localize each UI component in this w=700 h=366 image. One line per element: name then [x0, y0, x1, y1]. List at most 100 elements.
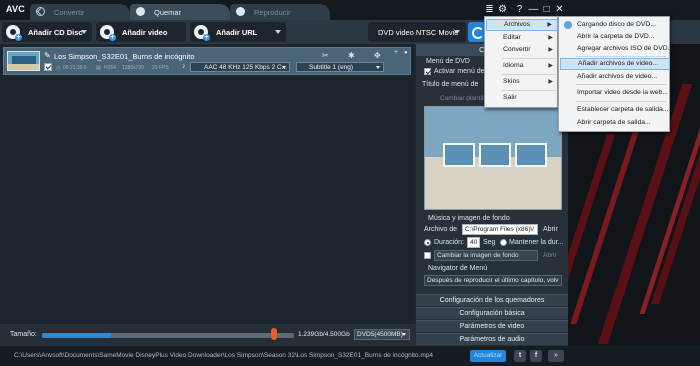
disc-capacity-value: DVD5(4500MB): [357, 331, 403, 338]
menu-item-label: Importar video desde la web...: [577, 89, 669, 96]
menu-separator: [502, 90, 556, 91]
menu-icon[interactable]: ≣: [484, 4, 495, 15]
menu-item-add-video-files[interactable]: Añadir archivos de video...: [560, 58, 670, 70]
size-value: 1.239Gb/4.500Gb: [298, 331, 350, 338]
plus-icon: +: [15, 34, 22, 41]
maximize-icon[interactable]: □: [541, 4, 552, 15]
add-cd-button[interactable]: + Añadir CD Disc: [2, 22, 92, 42]
duration-input[interactable]: 40: [467, 237, 480, 248]
menu-item-load-dvd[interactable]: Cargando disco de DVD...: [560, 19, 670, 31]
size-progress-fill: [42, 333, 112, 338]
menu-item-label: Agregar archivos ISO de DVD...: [577, 45, 674, 52]
basic-settings-section[interactable]: Configuración básica: [416, 307, 568, 319]
chevron-down-icon: [402, 333, 406, 336]
menu-item-label: Skins: [503, 78, 520, 85]
menu-item-idioma[interactable]: Idioma ▶: [486, 60, 558, 72]
menu-item-salir[interactable]: Salir: [486, 92, 558, 104]
menu-item-skins[interactable]: Skins ▶: [486, 76, 558, 88]
size-label: Tamaño:: [10, 331, 37, 338]
add-video-button[interactable]: + Añadir video: [96, 22, 186, 42]
change-theme-button[interactable]: Cambiar plantilla: [440, 95, 488, 102]
open-bg-button[interactable]: Abrir: [543, 252, 557, 259]
menu-item-label: Convertir: [503, 46, 531, 53]
subtitle-select[interactable]: Subtitle 1 (eng): [296, 62, 384, 72]
file-codec: H264: [104, 65, 116, 71]
crop-icon[interactable]: ✥: [374, 51, 381, 60]
audio-track-select[interactable]: AAC 48 KHz 125 Kbps 2 C...: [190, 62, 290, 72]
menu-separator: [576, 84, 666, 85]
menu-item-import-web[interactable]: Importar video desde la web...: [560, 87, 670, 99]
seconds-label: Seg: [483, 239, 496, 246]
edit-icon[interactable]: ✎: [44, 51, 51, 60]
settings-icon[interactable]: ⚙: [497, 4, 508, 15]
effects-icon[interactable]: ✱: [348, 51, 355, 60]
close-icon[interactable]: ✕: [554, 4, 565, 15]
facebook-icon[interactable]: f: [530, 350, 542, 362]
tab-play[interactable]: Reproducir: [230, 4, 330, 20]
clock-icon: ◷: [56, 65, 61, 71]
help-icon[interactable]: ?: [514, 4, 525, 15]
menu-separator: [502, 74, 556, 75]
chevron-right-icon: ▶: [548, 35, 553, 41]
update-button[interactable]: Actualizar: [470, 350, 506, 362]
chevron-right-icon: ▶: [548, 63, 553, 69]
chevron-down-icon[interactable]: [275, 30, 281, 34]
size-slider-thumb[interactable]: [271, 328, 278, 340]
film-icon: ▤: [96, 65, 101, 71]
add-icon[interactable]: +: [394, 49, 398, 56]
dvd-menu-label: Menú de DVD: [426, 58, 470, 65]
audio-params-section[interactable]: Parámetros de audio: [416, 333, 568, 345]
menu-navigator-label: Navigator de Menú: [428, 265, 488, 272]
duration-radio[interactable]: [424, 239, 431, 246]
menu-item-label: Añadir archivos de video...: [578, 60, 659, 67]
video-thumbnail[interactable]: [7, 51, 40, 71]
add-url-button[interactable]: + Añadir URL: [190, 22, 286, 42]
menu-item-open-dvd-folder[interactable]: Abrir la carpeta de DVD...: [560, 31, 670, 43]
output-profile-select[interactable]: DVD video NTSC Movie: [368, 22, 466, 42]
open-file-button[interactable]: Abrir: [543, 226, 558, 233]
activate-menu-checkbox[interactable]: [424, 68, 431, 75]
menu-item-convertir[interactable]: Convertir ▶: [486, 44, 558, 56]
more-button[interactable]: »: [548, 350, 564, 362]
twitter-icon[interactable]: t: [514, 350, 526, 362]
audio-icon: ♪: [182, 63, 186, 70]
menu-item-open-output-folder[interactable]: Abrir carpeta de salida...: [560, 117, 670, 129]
file-checkbox[interactable]: [44, 63, 52, 71]
minimize-icon[interactable]: —: [528, 4, 539, 15]
menu-item-label: Archivos: [504, 21, 531, 28]
plus-icon: +: [203, 34, 210, 41]
menu-item-set-output-folder[interactable]: Establecer carpeta de salida...: [560, 104, 670, 116]
video-params-section[interactable]: Parámetros de video: [416, 320, 568, 332]
menu-item-editar[interactable]: Editar ▶: [486, 32, 558, 44]
menu-title-label: Título de menú de: [422, 81, 479, 88]
file-resolution: 1280x720: [122, 65, 144, 71]
cut-icon[interactable]: ✂: [322, 51, 329, 60]
menu-item-add-video-files-2[interactable]: Añadir archivos de video...: [560, 71, 670, 83]
tab-convert[interactable]: Convertir: [30, 4, 130, 20]
menu-item-add-iso[interactable]: Agregar archivos ISO de DVD...: [560, 43, 674, 55]
activate-menu-label: Activar menú de: [434, 68, 485, 75]
archivos-submenu: Cargando disco de DVD... Abrir la carpet…: [558, 16, 674, 132]
add-cd-label: Añadir CD Disc: [28, 28, 83, 37]
menu-navigator-select[interactable]: Después de reproducir el último capítulo…: [424, 275, 562, 286]
menu-item-label: Abrir carpeta de salida...: [577, 119, 651, 126]
file-title[interactable]: Los Simpson_S32E01_Burns de incógnito: [54, 52, 195, 61]
chevron-down-icon[interactable]: [81, 30, 87, 34]
add-url-label: Añadir URL: [216, 28, 258, 37]
chevron-down-icon: [454, 30, 460, 34]
menu-item-label: Idioma: [503, 62, 524, 69]
menu-item-archivos[interactable]: Archivos ▶: [486, 19, 558, 31]
disc-capacity-select[interactable]: DVD5(4500MB): [354, 329, 410, 340]
chapter-thumb-1: [443, 143, 475, 167]
close-icon[interactable]: ●: [404, 50, 408, 56]
file-duration: 00:21:39.6: [63, 65, 87, 71]
keep-duration-radio[interactable]: [500, 239, 507, 246]
background-file-input[interactable]: C:\Program Files (x86)\/: [462, 224, 538, 235]
dvd-menu-preview: [424, 106, 562, 210]
tab-burn[interactable]: Quemar: [130, 4, 230, 20]
burner-settings-section[interactable]: Configuración de los quemadores: [416, 294, 568, 306]
list-item[interactable]: ✎ Los Simpson_S32E01_Burns de incógnito …: [3, 47, 411, 75]
file-list: ✎ Los Simpson_S32E01_Burns de incógnito …: [0, 44, 414, 324]
change-bg-checkbox[interactable]: [424, 252, 431, 259]
music-bg-label: Música y imagen de fondo: [428, 215, 510, 222]
